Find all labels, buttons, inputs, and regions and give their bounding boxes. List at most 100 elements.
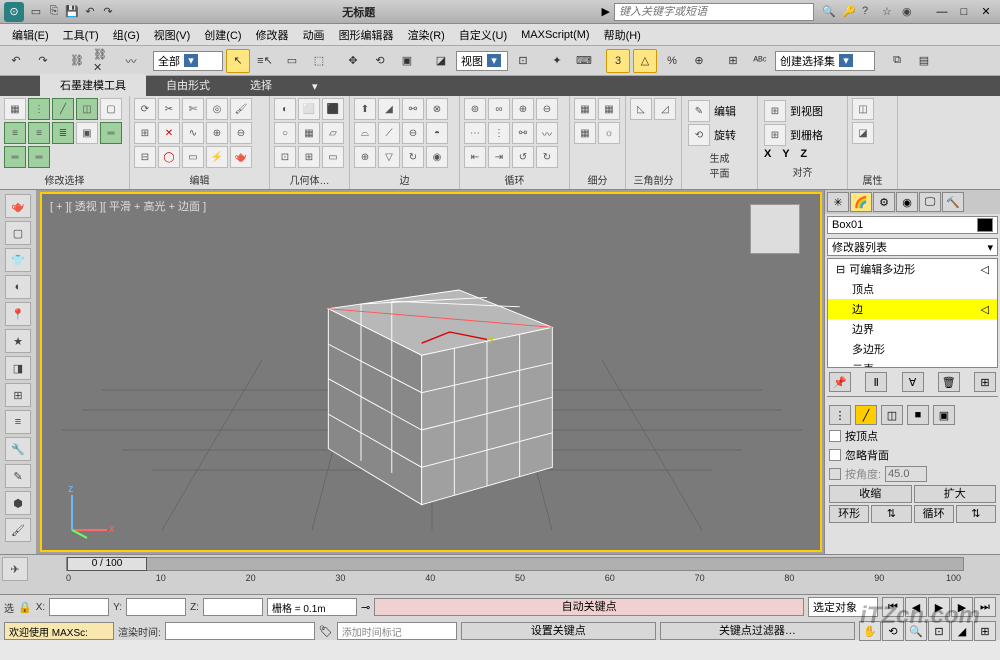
poly-mesh-icon[interactable]: ▦ — [4, 98, 26, 120]
scale-button[interactable]: ▣ — [395, 49, 419, 73]
loopd-icon[interactable]: ↻ — [536, 146, 558, 168]
menu-group[interactable]: 组(G) — [107, 25, 146, 45]
qat-new-icon[interactable]: ▭ — [28, 4, 44, 20]
perspective-viewport[interactable]: [ + ][ 透视 ][ 平滑 + 高光 + 边面 ] — [40, 192, 822, 552]
teapot-icon[interactable]: 🫖 — [230, 146, 252, 168]
make-unique-icon[interactable]: ∀ — [902, 372, 924, 392]
relax-icon[interactable]: ∿ — [182, 122, 204, 144]
tab-dropdown-icon[interactable]: ▾ — [292, 77, 338, 96]
maximize-button[interactable]: □ — [954, 4, 974, 20]
object-color-swatch[interactable] — [977, 218, 993, 232]
sel2-icon[interactable]: ≡ — [28, 122, 50, 144]
keyfilter-button[interactable]: 关键点过滤器… — [660, 622, 855, 640]
so-vertex-icon[interactable]: ⋮ — [829, 405, 851, 425]
align-xyz-item[interactable]: X Y Z — [764, 148, 841, 160]
stack-border[interactable]: 边界 — [828, 319, 997, 339]
qat-undo-icon[interactable]: ↶ — [82, 4, 98, 20]
gridalign-icon[interactable]: ⊞ — [298, 146, 320, 168]
search-box[interactable] — [614, 3, 814, 21]
rect-region-button[interactable]: ▭ — [280, 49, 304, 73]
ignore-back-row[interactable]: 忽略背面 — [829, 447, 996, 463]
time-slider[interactable]: 0 / 100 0 10 20 30 40 50 60 70 80 90 100 — [30, 555, 1000, 594]
ltool-brush-icon[interactable]: 🖌 — [5, 518, 31, 542]
angle-spinner[interactable]: 45.0 — [885, 466, 927, 482]
connect-icon[interactable]: ⚯ — [402, 98, 424, 120]
use-pivot-button[interactable]: ⊡ — [511, 49, 535, 73]
menu-animation[interactable]: 动画 — [297, 25, 331, 45]
loopend-icon[interactable]: ⇥ — [488, 146, 510, 168]
ltool-pencil-icon[interactable]: ✎ — [5, 464, 31, 488]
so-border-icon[interactable]: ◫ — [881, 405, 903, 425]
edit-named-sel-button[interactable]: ⊞ — [721, 49, 745, 73]
ring-icon[interactable]: ⊚ — [464, 98, 486, 120]
subdiv4-icon[interactable]: ☼ — [598, 122, 620, 144]
modifier-stack[interactable]: ⊟ 可编辑多边形 ◁ 顶点 边 ◁ 边界 多边形 元素 — [827, 258, 998, 368]
ltool-3d-icon[interactable]: ⬢ — [5, 491, 31, 515]
search-input[interactable] — [619, 6, 809, 18]
viewport-label[interactable]: [ + ][ 透视 ][ 平滑 + 高光 + 边面 ] — [50, 198, 206, 214]
split-icon[interactable]: ⟋ — [378, 122, 400, 144]
stack-element[interactable]: 元素 — [828, 359, 997, 368]
constrain-icon[interactable]: ⊞ — [134, 122, 156, 144]
detach-icon[interactable]: ⊟ — [134, 146, 156, 168]
ltool-stack-icon[interactable]: ≡ — [5, 410, 31, 434]
angle-snap-button[interactable]: △ — [633, 49, 657, 73]
remove-mod-icon[interactable]: 🗑 — [938, 372, 960, 392]
shrink-button[interactable]: 收缩 — [829, 485, 912, 503]
attach-icon[interactable]: ⊕ — [206, 122, 228, 144]
collapse-icon[interactable]: ⊖ — [230, 122, 252, 144]
keyboard-shortcut-button[interactable]: ⌨ — [572, 49, 596, 73]
menu-customize[interactable]: 自定义(U) — [453, 25, 513, 45]
grow-icon[interactable]: ⊕ — [512, 98, 534, 120]
z-field[interactable] — [203, 598, 263, 616]
select-manipulate-button[interactable]: ✦ — [545, 49, 569, 73]
link-button[interactable]: ⛓ — [65, 49, 89, 73]
dot-loop-icon[interactable]: ⋮ — [488, 122, 510, 144]
subdiv1-icon[interactable]: ▦ — [574, 98, 596, 120]
by-vertex-row[interactable]: 按顶点 — [829, 428, 996, 444]
redo-button[interactable]: ↷ — [31, 49, 55, 73]
ltool-bottom-icon[interactable]: ✈ — [2, 557, 28, 581]
viewalign-icon[interactable]: ⊡ — [274, 146, 296, 168]
nurms-icon[interactable]: ◎ — [206, 98, 228, 120]
select-object-button[interactable]: ↖ — [226, 49, 250, 73]
ltool-box-icon[interactable]: ▢ — [5, 221, 31, 245]
relax2-icon[interactable]: ◐ — [274, 98, 296, 120]
ring-spin-icon[interactable]: ⇅ — [871, 505, 911, 523]
config-mod-icon[interactable]: ⊞ — [974, 372, 996, 392]
align-togrid-item[interactable]: ⊞到栅格 — [764, 124, 841, 146]
tab-selection[interactable]: 选择 — [230, 74, 292, 96]
undo-button[interactable]: ↶ — [4, 49, 28, 73]
edge-mode-icon[interactable]: ╱ — [52, 98, 74, 120]
border-mode-icon[interactable]: ◫ — [76, 98, 98, 120]
subdiv3-icon[interactable]: ▦ — [574, 122, 596, 144]
tess-icon[interactable]: ▦ — [298, 122, 320, 144]
remove-icon[interactable]: ⊖ — [402, 122, 424, 144]
menu-edit[interactable]: 编辑(E) — [6, 25, 55, 45]
percent-snap-button[interactable]: % — [660, 49, 684, 73]
create-icon[interactable]: ⬜ — [298, 98, 320, 120]
tab-display-icon[interactable]: 🖵 — [919, 192, 941, 212]
poly-face-icon[interactable]: ▢ — [100, 98, 122, 120]
rotate-button[interactable]: ⟲ — [368, 49, 392, 73]
bind-spacewarp-button[interactable]: 〰 — [119, 49, 143, 73]
shrink-icon[interactable]: ⊖ — [536, 98, 558, 120]
minimize-button[interactable]: — — [932, 4, 952, 20]
checkbox-byangle[interactable] — [829, 468, 841, 480]
weld-icon[interactable]: ⊗ — [426, 98, 448, 120]
tab-hierarchy-icon[interactable]: ⚙ — [873, 192, 895, 212]
qat-redo-icon[interactable]: ↷ — [100, 4, 116, 20]
selection-filter-combo[interactable]: 全部 ▾ — [153, 51, 223, 71]
tri2-icon[interactable]: ◿ — [654, 98, 676, 120]
favorite-icon[interactable]: ☆ — [882, 5, 896, 18]
modifier-list-combo[interactable]: 修改器列表 ▾ — [827, 238, 998, 256]
pin-stack-icon[interactable]: 📌 — [829, 372, 851, 392]
cut-icon[interactable]: ✄ — [182, 98, 204, 120]
spinner-snap-button[interactable]: ⊕ — [687, 49, 711, 73]
spin-icon[interactable]: ◉ — [426, 146, 448, 168]
move-button[interactable]: ✥ — [341, 49, 365, 73]
setkey-button[interactable]: 设置关键点 — [461, 622, 656, 640]
edit-tri-icon[interactable]: ▽ — [378, 146, 400, 168]
repeat-icon[interactable]: ⟳ — [134, 98, 156, 120]
so-edge-icon[interactable]: ╱ — [855, 405, 877, 425]
